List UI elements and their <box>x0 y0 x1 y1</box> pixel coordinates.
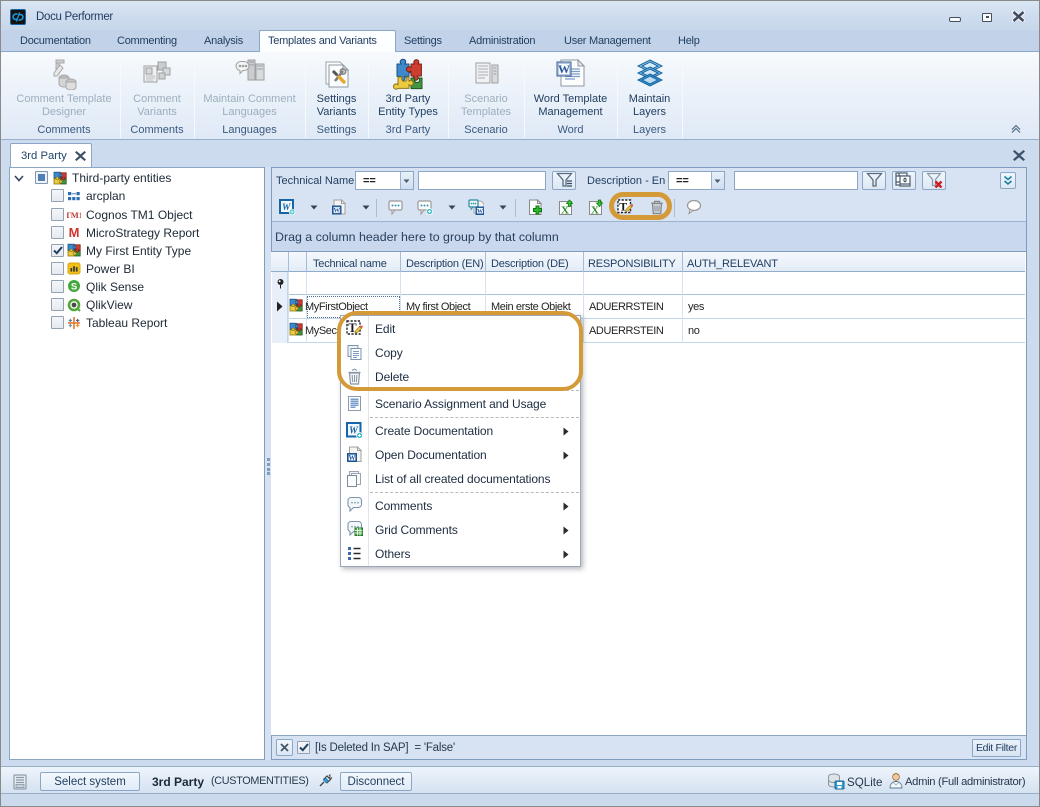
svg-text:TM1: TM1 <box>67 210 81 220</box>
svg-text:M: M <box>69 225 80 239</box>
svg-text:W: W <box>334 207 341 214</box>
svg-text:S: S <box>71 282 77 293</box>
svg-text:W: W <box>349 454 356 462</box>
svg-text:W: W <box>558 62 570 76</box>
svg-text:W: W <box>477 209 483 215</box>
svg-text:X: X <box>591 205 599 217</box>
svg-text:X: X <box>561 205 569 217</box>
